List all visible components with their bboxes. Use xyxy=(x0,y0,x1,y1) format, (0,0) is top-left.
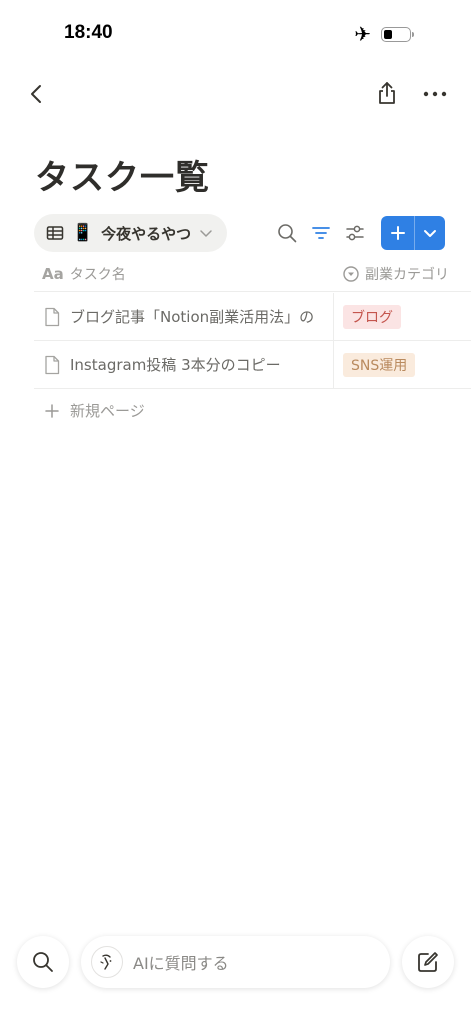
row-name: ブログ記事「Notion副業活用法」の xyxy=(70,308,315,326)
status-icons: ✈ xyxy=(354,22,414,46)
ai-ask-input[interactable]: AIに質問する xyxy=(81,936,390,988)
column-header-category[interactable]: 副業カテゴリ xyxy=(334,264,449,284)
new-item-dropdown[interactable] xyxy=(415,216,445,250)
category-tag: ブログ xyxy=(343,304,401,329)
battery-level xyxy=(384,29,393,39)
filter-button[interactable] xyxy=(310,222,332,244)
search-icon xyxy=(278,224,297,243)
plus-icon xyxy=(45,403,59,418)
chevron-left-icon xyxy=(31,85,41,103)
page-title: タスク一覧 xyxy=(35,158,210,198)
column-name-label: タスク名 xyxy=(69,266,126,283)
view-settings-button[interactable] xyxy=(344,222,366,244)
new-page-button[interactable]: 新規ページ xyxy=(44,400,145,421)
new-item-button[interactable] xyxy=(381,216,445,250)
select-property-icon xyxy=(343,265,359,282)
share-icon xyxy=(379,82,395,104)
share-button[interactable] xyxy=(375,80,399,106)
notion-ai-face-icon xyxy=(100,954,112,970)
ai-avatar xyxy=(91,946,123,978)
view-name: 今夜やるやつ xyxy=(101,224,192,243)
bottom-search-button[interactable] xyxy=(17,936,69,988)
chevron-down-icon xyxy=(424,230,436,237)
table-header: Aa タスク名 副業カテゴリ xyxy=(34,256,471,292)
view-emoji: 📱 xyxy=(72,223,94,243)
battery-icon xyxy=(381,26,414,42)
ellipsis-icon xyxy=(423,91,447,97)
back-button[interactable] xyxy=(26,82,48,106)
more-options-button[interactable] xyxy=(422,86,448,100)
table-view-icon xyxy=(46,226,64,240)
name-cell[interactable]: ブログ記事「Notion副業活用法」の xyxy=(34,293,334,340)
table-row[interactable]: Instagram投稿 3本分のコピー SNS運用 xyxy=(34,341,471,389)
name-cell[interactable]: Instagram投稿 3本分のコピー xyxy=(34,341,334,388)
status-time: 18:40 xyxy=(64,22,113,43)
column-category-label: 副業カテゴリ xyxy=(365,266,449,283)
edit-icon xyxy=(418,952,438,972)
screen: 18:40 ✈ タスク一覧 📱 今夜やるやつ Aa タスク名 副業カテゴリ ブロ… xyxy=(0,0,471,1024)
category-tag: SNS運用 xyxy=(343,352,416,377)
airplane-mode-icon: ✈ xyxy=(354,22,371,46)
chevron-down-icon xyxy=(200,230,212,237)
view-selector[interactable]: 📱 今夜やるやつ xyxy=(34,214,228,252)
search-icon xyxy=(33,952,53,972)
new-page-label: 新規ページ xyxy=(70,402,145,420)
row-name: Instagram投稿 3本分のコピー xyxy=(70,356,281,374)
category-cell[interactable]: ブログ xyxy=(334,293,401,340)
table-row[interactable]: ブログ記事「Notion副業活用法」の ブログ xyxy=(34,293,471,341)
category-cell[interactable]: SNS運用 xyxy=(334,341,416,388)
search-button[interactable] xyxy=(276,222,298,244)
column-header-name[interactable]: Aa タスク名 xyxy=(34,264,334,284)
new-item-plus[interactable] xyxy=(381,216,415,250)
sliders-icon xyxy=(346,225,364,241)
text-property-icon: Aa xyxy=(42,264,64,283)
ai-placeholder: AIに質問する xyxy=(133,954,229,973)
page-icon xyxy=(45,307,60,326)
plus-icon xyxy=(390,226,405,240)
compose-button[interactable] xyxy=(402,936,454,988)
page-icon xyxy=(45,355,60,374)
filter-icon xyxy=(312,227,330,239)
